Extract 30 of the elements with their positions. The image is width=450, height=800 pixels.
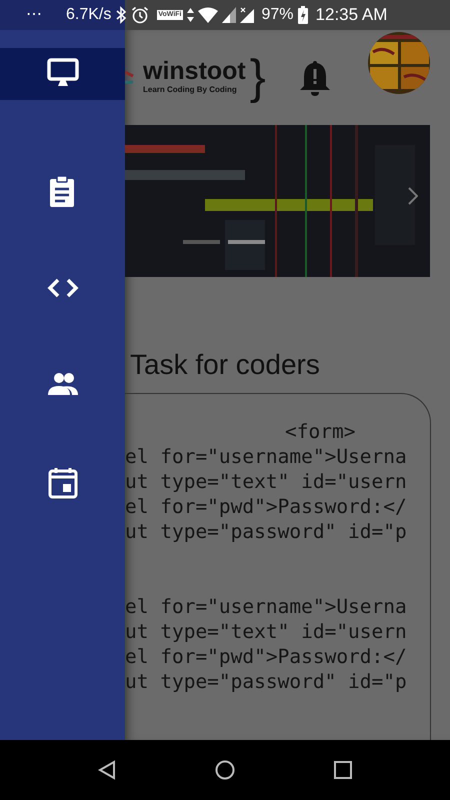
wifi-icon	[198, 7, 218, 23]
bluetooth-icon	[115, 6, 128, 24]
drawer-item[interactable]	[0, 48, 125, 100]
battery-level: 97%	[262, 5, 294, 25]
network-speed: 6.7K/s	[66, 5, 112, 25]
code-line: el for="username">Userna	[125, 594, 407, 618]
clock-time: 12:35 AM	[316, 4, 388, 26]
code-line: ut type="password" id="p	[125, 520, 407, 543]
code-line: ut type="text" id="usern	[125, 470, 407, 493]
code-line: ut type="text" id="usern	[125, 620, 407, 643]
code-line: el for="username">Userna	[125, 444, 407, 468]
recents-icon[interactable]	[334, 761, 352, 779]
code-line: <form>	[285, 420, 356, 443]
overflow-menu-icon[interactable]: ⋯	[26, 3, 42, 27]
brand-name: winstoot	[143, 59, 246, 84]
section-title: Task for coders	[130, 350, 321, 381]
brand-tagline: Learn Coding By Coding	[143, 84, 238, 96]
calendar-icon	[46, 466, 80, 500]
alarm-icon	[131, 6, 150, 24]
battery-charging-icon	[298, 6, 308, 24]
code-line: el for="pwd">Password:</	[125, 494, 407, 518]
data-arrows-icon	[186, 8, 194, 22]
code-line: el for="pwd">Password:</	[125, 644, 407, 668]
code-line: ut type="password" id="p	[125, 670, 407, 693]
notification-bell-icon[interactable]	[298, 58, 332, 96]
back-icon[interactable]	[98, 760, 116, 780]
home-icon[interactable]	[214, 760, 235, 780]
signal-icon	[240, 7, 254, 23]
signal-icon	[222, 7, 236, 23]
brace-mark: }	[250, 54, 266, 102]
